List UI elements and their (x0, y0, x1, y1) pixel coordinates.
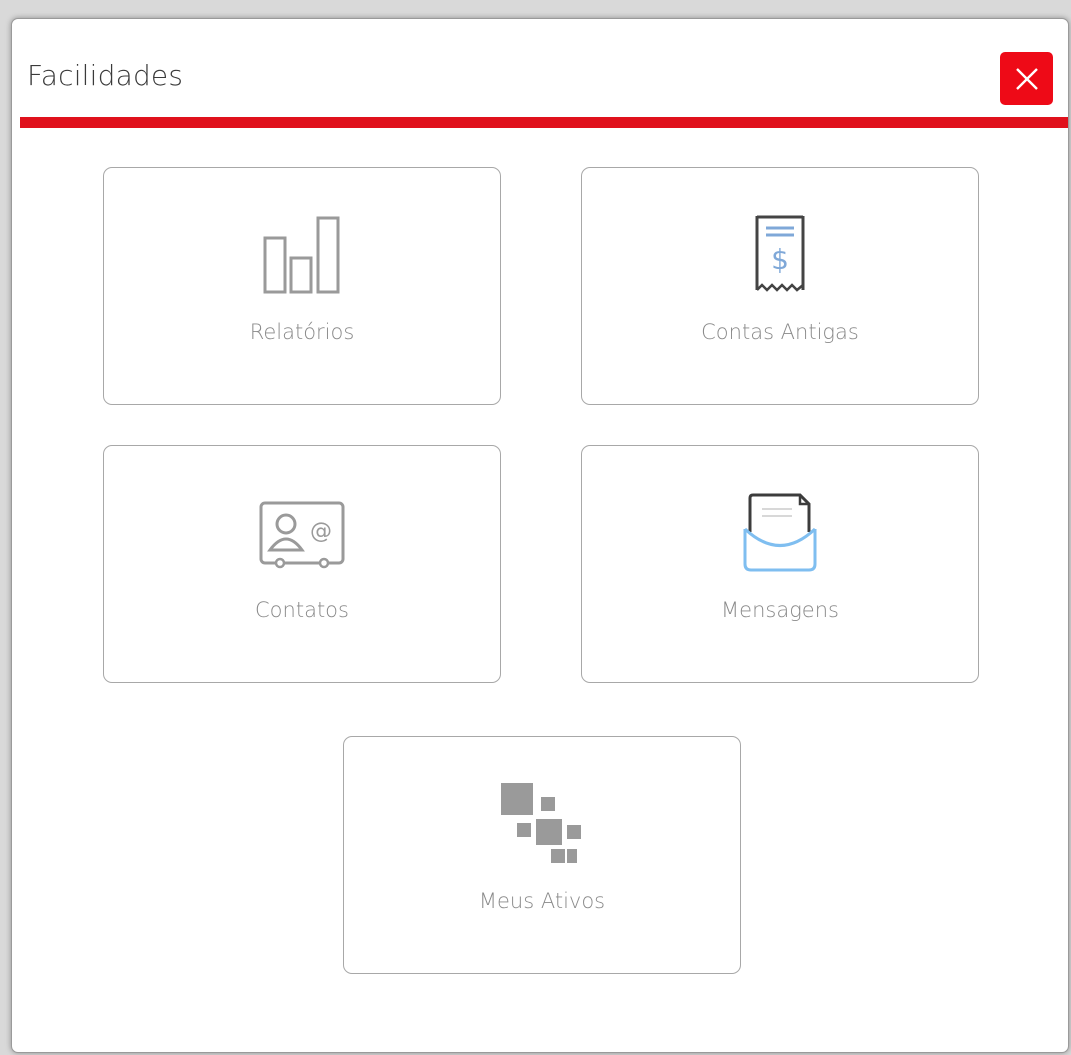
tile-label-contas-antigas: Contas Antigas (701, 320, 859, 344)
mensagens-button[interactable]: Mensagens (581, 445, 979, 683)
tile-label-meus-ativos: Meus Ativos (478, 889, 606, 913)
pixel-blocks-icon (501, 783, 581, 863)
bar-chart-icon (263, 216, 340, 294)
contatos-button[interactable]: @ Contatos (103, 445, 501, 683)
meus-ativos-button[interactable]: Meus Ativos (343, 736, 741, 974)
tile-label-contatos: Contatos (255, 598, 349, 622)
header-divider (20, 117, 1068, 128)
tile-label-mensagens: Mensagens (721, 598, 839, 622)
contact-card-icon: @ (259, 501, 345, 569)
svg-text:$: $ (771, 243, 789, 276)
envelope-icon (743, 493, 817, 572)
receipt-icon: $ (755, 215, 805, 292)
relatorios-button[interactable]: Relatórios (103, 167, 501, 405)
tile-label-relatorios: Relatórios (249, 320, 355, 344)
close-icon (1015, 67, 1038, 90)
facilidades-dialog: Facilidades Relatórios $ Contas Antigas (11, 18, 1069, 1053)
contas-antigas-button[interactable]: $ Contas Antigas (581, 167, 979, 405)
svg-text:@: @ (310, 519, 332, 544)
close-button[interactable] (1000, 52, 1053, 105)
dialog-title: Facilidades (27, 59, 184, 92)
